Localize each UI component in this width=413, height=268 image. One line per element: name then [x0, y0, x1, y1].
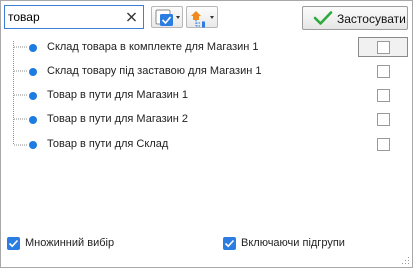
item-bullet-icon: [29, 116, 37, 124]
tree-item-label: Товар в пути для Магазин 1: [47, 89, 189, 101]
tree-item[interactable]: Товар в пути для Склад: [1, 134, 412, 157]
tree-item[interactable]: Склад товару під заставою для Магазин 1: [1, 61, 412, 84]
tree-item-checkbox[interactable]: [377, 65, 390, 78]
hierarchy-dropdown-button[interactable]: [186, 6, 218, 28]
item-bullet-icon: [29, 141, 37, 149]
resize-grip-icon[interactable]: [402, 257, 410, 265]
clear-search-icon[interactable]: [125, 9, 139, 25]
tree-item[interactable]: Склад товара в комплекте для Магазин 1: [1, 37, 412, 60]
apply-button-label: Застосувати: [337, 12, 406, 26]
tree-item-checkbox[interactable]: [377, 41, 390, 54]
tree-item-checkbox[interactable]: [377, 138, 390, 151]
include-subgroups-checkbox[interactable]: [223, 237, 236, 250]
include-subgroups-label: Включаючи підгрупи: [241, 237, 345, 249]
home-tree-icon: [191, 11, 214, 28]
tree-item[interactable]: Товар в пути для Магазин 2: [1, 109, 412, 132]
select-all-dropdown-button[interactable]: [151, 6, 183, 28]
tree-item-label: Товар в пути для Магазин 2: [47, 113, 189, 125]
search-box: [4, 5, 144, 29]
item-bullet-icon: [29, 44, 37, 52]
tree-item-label: Товар в пути для Склад: [47, 138, 169, 150]
checkmark-icon: [313, 11, 333, 25]
item-bullet-icon: [29, 68, 37, 76]
multi-select-label: Множинний вибір: [25, 237, 115, 249]
tree-item-label: Склад товару під заставою для Магазин 1: [47, 65, 262, 77]
tree-item[interactable]: Товар в пути для Магазин 1: [1, 85, 412, 108]
search-input[interactable]: [8, 9, 120, 25]
multi-select-checkbox[interactable]: [7, 237, 20, 250]
tree-item-checkbox[interactable]: [377, 113, 390, 126]
apply-button[interactable]: Застосувати: [302, 6, 408, 30]
tree-item-label: Склад товара в комплекте для Магазин 1: [47, 41, 259, 53]
tree-item-checkbox[interactable]: [377, 89, 390, 102]
dialog-frame: Застосувати Склад товара в комплекте для…: [0, 0, 413, 268]
item-bullet-icon: [29, 92, 37, 100]
